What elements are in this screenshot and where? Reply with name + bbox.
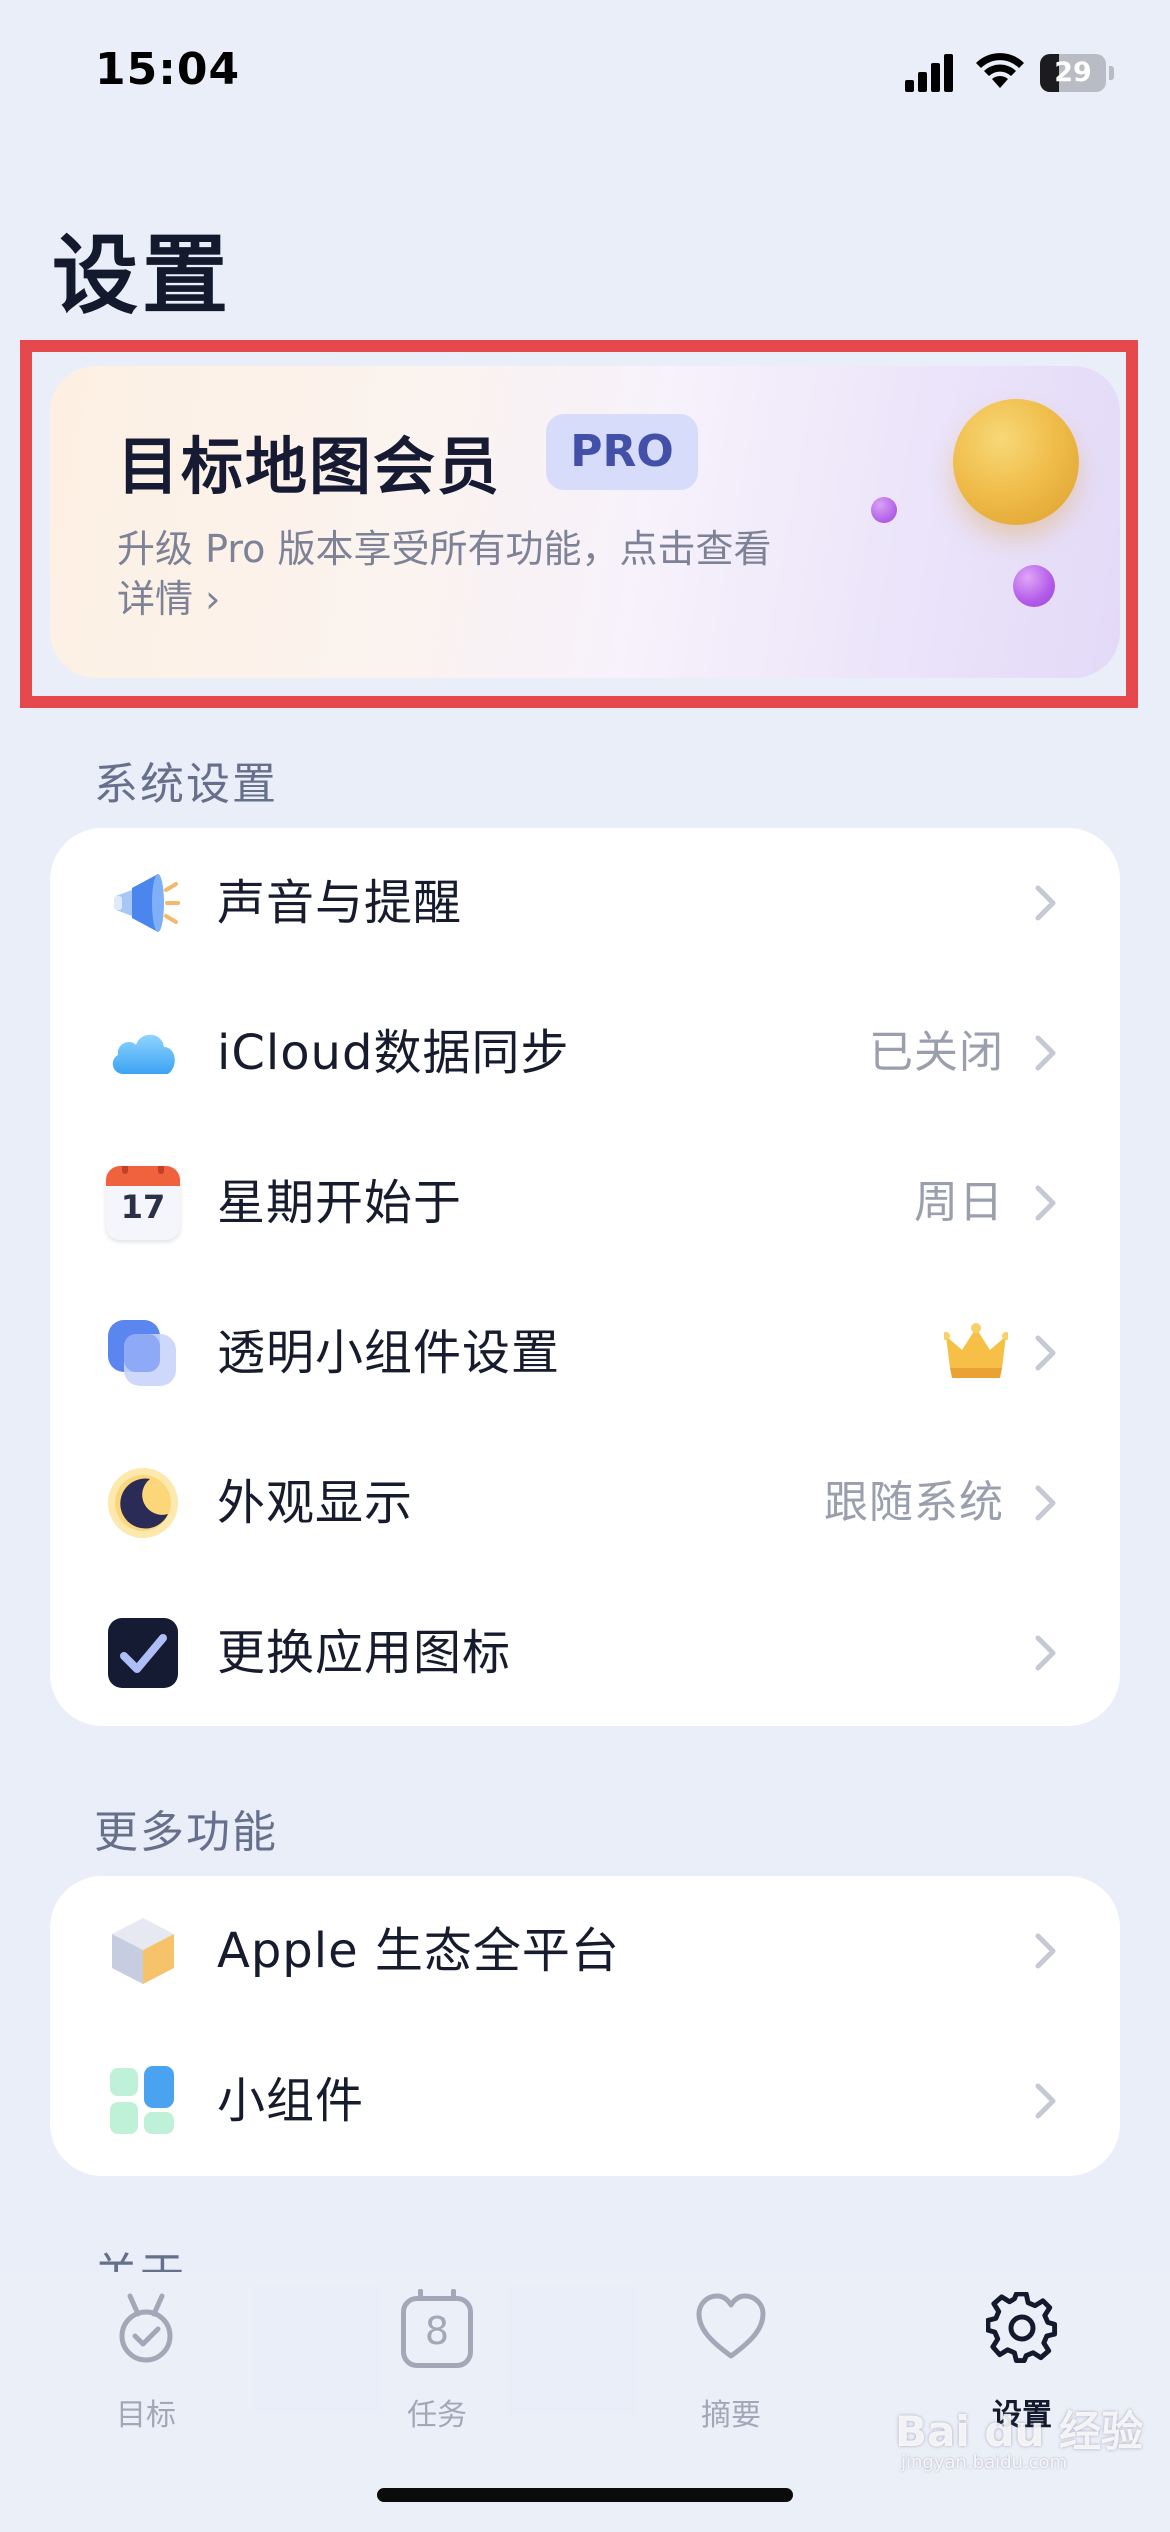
more-features-card: Apple 生态全平台 小组件 (50, 1876, 1120, 2176)
chevron-right-icon (1035, 1485, 1056, 1521)
chevron-right-icon (1035, 1035, 1056, 1071)
row-label: 星期开始于 (217, 1175, 463, 1231)
promo-details-link[interactable]: 详情 › (117, 574, 877, 624)
widget-layers-icon (108, 1320, 176, 1386)
calendar-day-number: 8 (424, 2309, 450, 2353)
section-label-about: 关于 (94, 2238, 186, 2272)
row-label: Apple 生态全平台 (217, 1923, 620, 1979)
row-label: 声音与提醒 (217, 875, 463, 931)
calendar-day-number: 17 (120, 1188, 166, 1226)
megaphone-icon (114, 874, 180, 932)
row-transparent-widget[interactable]: 透明小组件设置 (50, 1278, 1120, 1428)
section-label-system: 系统设置 (94, 759, 278, 810)
heart-icon (696, 2293, 766, 2359)
gear-icon (986, 2292, 1058, 2364)
tab-label: 目标 (116, 2398, 176, 2433)
status-bar: 15:04 29 (0, 0, 1170, 150)
status-time: 15:04 (95, 44, 241, 95)
promo-description: 升级 Pro 版本享受所有功能，点击查看 详情 › (117, 524, 877, 624)
row-change-app-icon[interactable]: 更换应用图标 (50, 1578, 1120, 1728)
battery-level: 29 (1054, 57, 1092, 88)
chevron-right-icon (1035, 1635, 1056, 1671)
crown-icon (944, 1323, 1008, 1378)
pro-membership-card[interactable]: 目标地图会员 PRO 升级 Pro 版本享受所有功能，点击查看 详情 › (50, 366, 1120, 678)
small-planet-decoration (1013, 565, 1055, 607)
row-label: 小组件 (217, 2073, 365, 2129)
moon-icon (108, 1468, 178, 1538)
widgets-grid-icon (110, 2066, 174, 2134)
cloud-icon (112, 1034, 175, 1074)
row-value: 周日 (914, 1177, 1004, 1228)
home-indicator (377, 2488, 793, 2502)
watermark-brand: Bai du 经验 (895, 2407, 1143, 2456)
baidu-watermark: Bai du 经验 jingyan.baidu.com (895, 2398, 1143, 2478)
wifi-icon (976, 53, 1024, 88)
row-label: 更换应用图标 (217, 1625, 512, 1681)
row-apple-ecosystem[interactable]: Apple 生态全平台 (50, 1876, 1120, 2026)
row-label: 透明小组件设置 (217, 1325, 561, 1381)
tab-summary[interactable]: 摘要 (651, 2292, 811, 2433)
cellular-signal-icon (905, 54, 953, 92)
tab-tasks[interactable]: 8 任务 (357, 2289, 517, 2433)
promo-description-line1: 升级 Pro 版本享受所有功能，点击查看 (117, 527, 772, 571)
cube-icon (112, 1918, 174, 1984)
system-settings-card: 声音与提醒 iCloud数据同步 已关闭 17 星期开始于 周日 透明小组件设置 (50, 828, 1120, 1726)
chevron-right-icon (1035, 2083, 1056, 2119)
watermark-url: jingyan.baidu.com (901, 2452, 1068, 2473)
checkbox-app-icon (108, 1618, 178, 1688)
chevron-right-icon (1035, 885, 1056, 921)
medal-icon (119, 2293, 173, 2363)
planet-dot-decoration (871, 497, 897, 523)
row-sound-reminders[interactable]: 声音与提醒 (50, 828, 1120, 978)
tab-label: 摘要 (701, 2398, 761, 2433)
page-title: 设置 (52, 226, 232, 326)
planet-decoration (953, 399, 1079, 525)
row-value: 跟随系统 (824, 1477, 1004, 1528)
row-appearance[interactable]: 外观显示 跟随系统 (50, 1428, 1120, 1578)
promo-title: 目标地图会员 (117, 430, 502, 503)
row-label: 外观显示 (217, 1475, 414, 1531)
chevron-right-icon (1035, 1185, 1056, 1221)
row-week-start[interactable]: 17 星期开始于 周日 (50, 1128, 1120, 1278)
tab-label: 任务 (407, 2398, 467, 2433)
calendar-icon: 17 (106, 1166, 180, 1240)
calendar-day-icon: 8 (401, 2289, 473, 2368)
pro-badge: PRO (546, 414, 698, 490)
row-icloud-sync[interactable]: iCloud数据同步 已关闭 (50, 978, 1120, 1128)
section-label-more: 更多功能 (94, 1807, 278, 1858)
chevron-right-icon (1035, 1933, 1056, 1969)
row-label: iCloud数据同步 (217, 1025, 570, 1081)
battery-icon: 29 (1040, 54, 1114, 92)
chevron-right-icon (1035, 1335, 1056, 1371)
row-widgets[interactable]: 小组件 (50, 2026, 1120, 2176)
row-value: 已关闭 (869, 1027, 1004, 1078)
tab-goals[interactable]: 目标 (66, 2292, 226, 2433)
